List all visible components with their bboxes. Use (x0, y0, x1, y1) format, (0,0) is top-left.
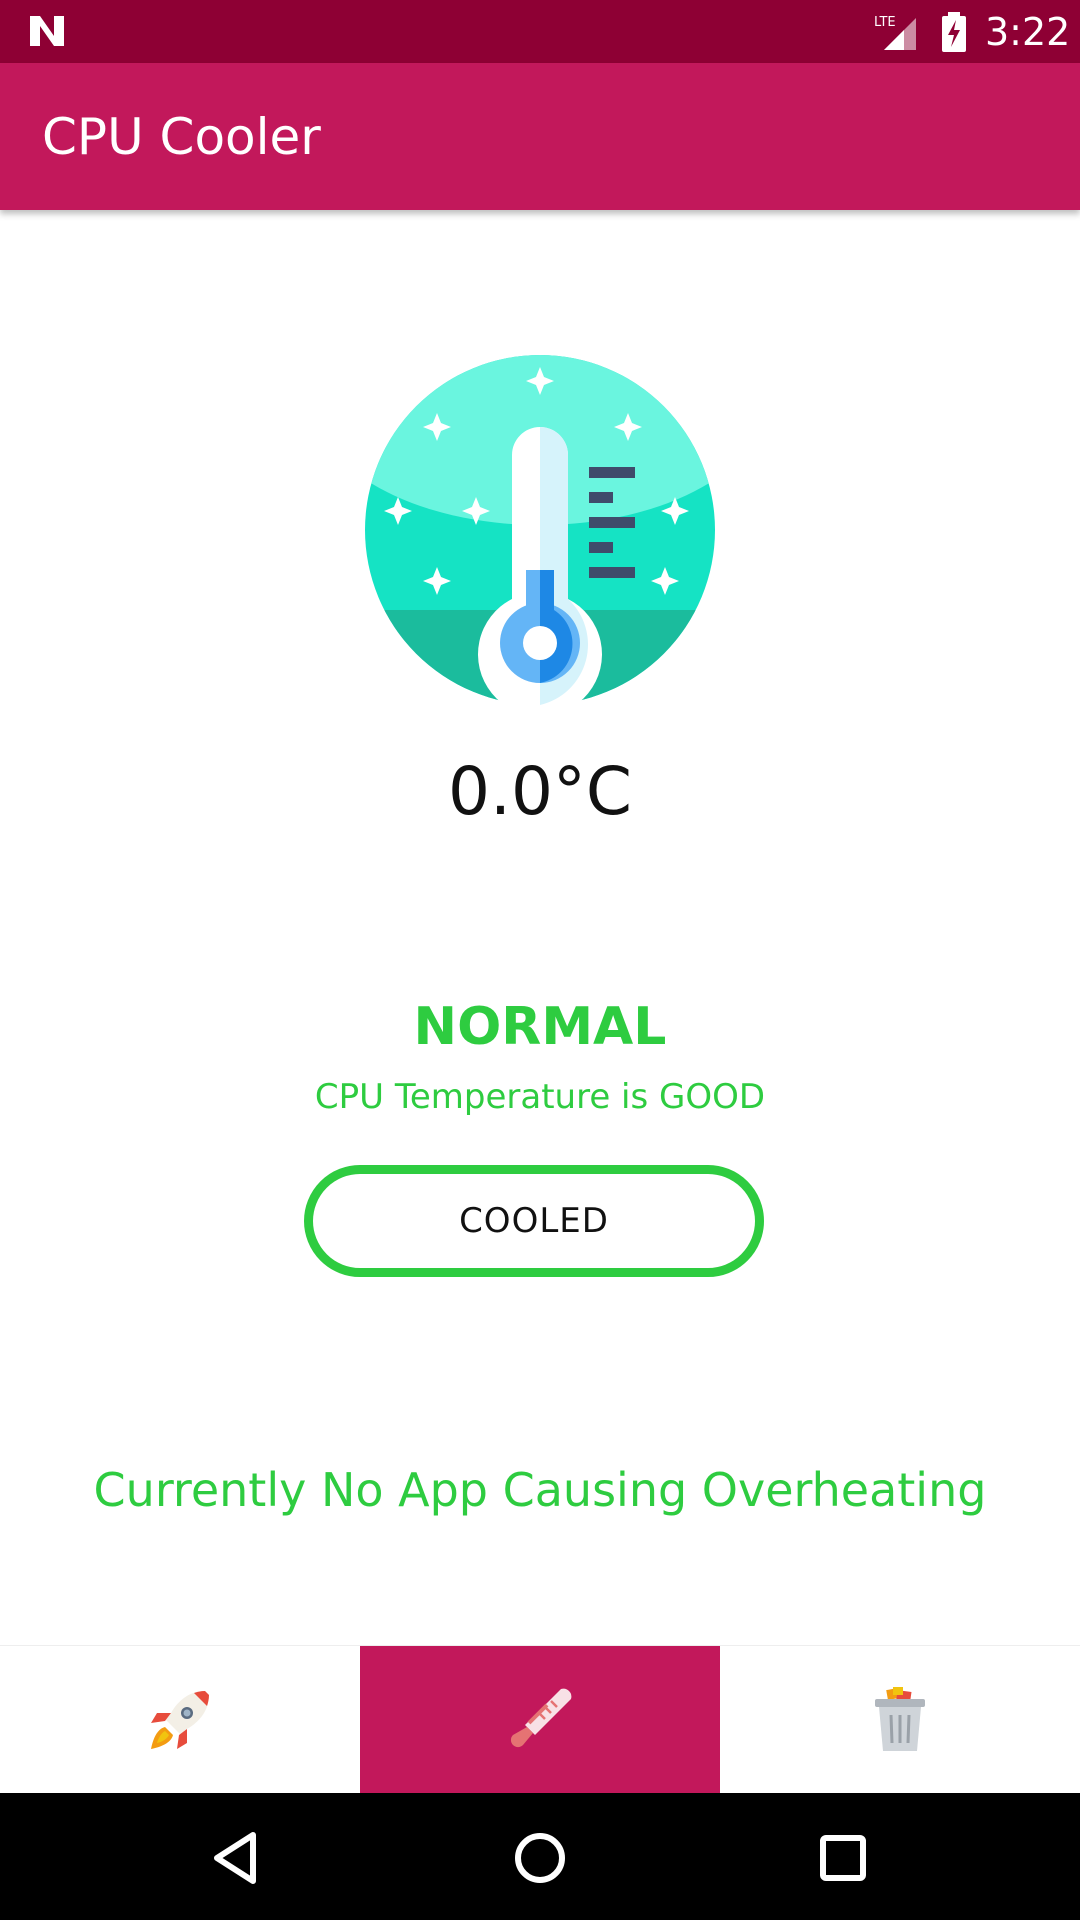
tab-boost[interactable] (0, 1646, 360, 1794)
status-bar: LTE 3:22 (0, 0, 1080, 63)
battery-charging-icon (942, 12, 966, 52)
temperature-readout: 0.0°C (447, 753, 633, 830)
lte-signal-icon: LTE (874, 15, 916, 50)
tab-junk-cleaner[interactable] (720, 1646, 1080, 1794)
overheating-message: Currently No App Causing Overheating (93, 1463, 987, 1517)
back-icon[interactable] (201, 1823, 271, 1893)
thermometer-snow-icon (365, 355, 715, 705)
thermometer-icon (510, 1688, 572, 1748)
recents-icon[interactable] (808, 1823, 878, 1893)
home-icon[interactable] (505, 1823, 575, 1893)
cooled-button[interactable]: COOLED (304, 1165, 764, 1277)
bottom-nav (0, 1645, 1080, 1794)
tab-cpu-cooler[interactable] (360, 1646, 720, 1794)
status-subtitle: CPU Temperature is GOOD (314, 1077, 766, 1117)
rocket-icon (151, 1691, 209, 1749)
n-logo-icon (30, 16, 64, 46)
app-bar: CPU Cooler (0, 63, 1080, 210)
status-title: NORMAL (413, 997, 667, 1057)
system-nav-bar (0, 1793, 1080, 1920)
trash-bin-icon (875, 1687, 925, 1751)
app-title: CPU Cooler (42, 108, 321, 166)
clock: 3:22 (985, 10, 1071, 54)
svg-text:LTE: LTE (874, 15, 896, 30)
